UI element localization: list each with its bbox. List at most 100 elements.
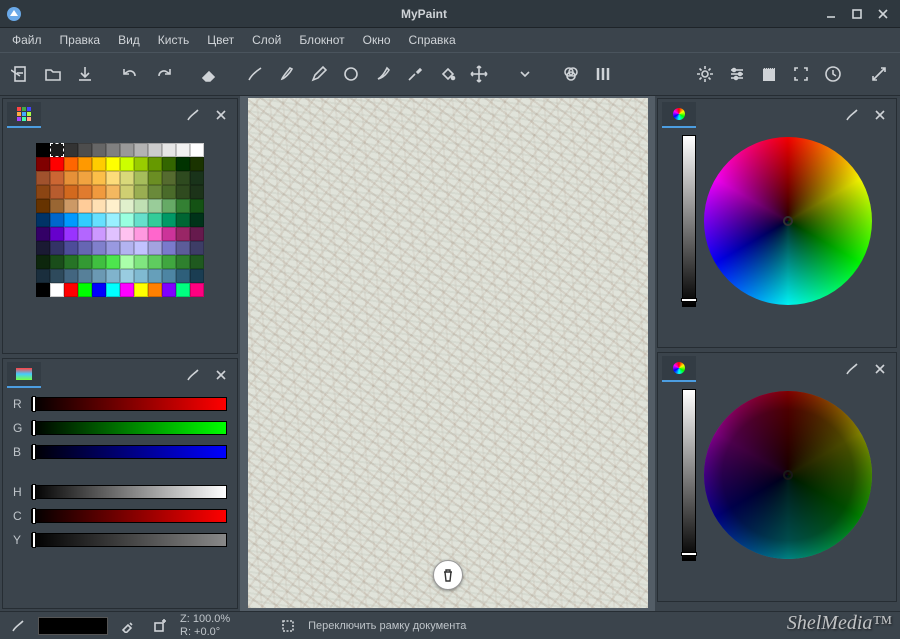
palette-tab[interactable] (7, 102, 41, 128)
channel-slider-c[interactable]: C (13, 509, 227, 523)
swatch[interactable] (50, 171, 64, 185)
swatch[interactable] (134, 199, 148, 213)
swatch[interactable] (162, 269, 176, 283)
pencil-icon[interactable] (304, 59, 334, 89)
swatch[interactable] (162, 283, 176, 297)
swatch[interactable] (92, 185, 106, 199)
dropdown-icon[interactable] (510, 59, 540, 89)
menu-слой[interactable]: Слой (244, 30, 289, 50)
swatch[interactable] (36, 269, 50, 283)
swatch[interactable] (78, 269, 92, 283)
panel-options-button[interactable] (181, 363, 205, 387)
swatch[interactable] (92, 241, 106, 255)
maximize-button[interactable] (846, 5, 868, 23)
swatch[interactable] (120, 283, 134, 297)
swatch[interactable] (120, 185, 134, 199)
swatch[interactable] (106, 227, 120, 241)
swatch[interactable] (92, 283, 106, 297)
swatch[interactable] (92, 269, 106, 283)
swatch[interactable] (92, 213, 106, 227)
swatch[interactable] (120, 255, 134, 269)
channel-slider-h[interactable]: H (13, 485, 227, 499)
swatch[interactable] (148, 143, 162, 157)
swatch[interactable] (190, 157, 204, 171)
swatch[interactable] (64, 241, 78, 255)
document-canvas[interactable] (248, 98, 648, 608)
undo-icon[interactable] (116, 59, 146, 89)
swatch[interactable] (64, 185, 78, 199)
color-wheel[interactable] (704, 391, 872, 559)
swatch[interactable] (190, 213, 204, 227)
swatch[interactable] (148, 241, 162, 255)
swatch[interactable] (36, 241, 50, 255)
add-layer-icon[interactable] (148, 615, 172, 637)
menu-кисть[interactable]: Кисть (150, 30, 197, 50)
swatch[interactable] (176, 255, 190, 269)
swatch[interactable] (92, 157, 106, 171)
swatch[interactable] (176, 185, 190, 199)
swatch[interactable] (162, 185, 176, 199)
swatch[interactable] (190, 185, 204, 199)
swatch[interactable] (50, 241, 64, 255)
swatch[interactable] (190, 255, 204, 269)
swatch[interactable] (162, 241, 176, 255)
swatch[interactable] (106, 283, 120, 297)
swatch[interactable] (36, 227, 50, 241)
panel-close-button[interactable] (209, 363, 233, 387)
swatch[interactable] (176, 199, 190, 213)
swatch[interactable] (120, 227, 134, 241)
swatch[interactable] (148, 199, 162, 213)
swatch[interactable] (50, 255, 64, 269)
swatch[interactable] (120, 171, 134, 185)
swatch[interactable] (120, 199, 134, 213)
clear-canvas-button[interactable] (433, 560, 463, 590)
swatch[interactable] (176, 213, 190, 227)
brush-settings-icon[interactable] (116, 615, 140, 637)
swatch[interactable] (134, 171, 148, 185)
swatch[interactable] (106, 185, 120, 199)
swatch[interactable] (190, 143, 204, 157)
swatch[interactable] (176, 227, 190, 241)
swatch[interactable] (176, 171, 190, 185)
fullscreen-icon[interactable] (786, 59, 816, 89)
swatch[interactable] (78, 171, 92, 185)
swatch[interactable] (50, 143, 64, 157)
swatch[interactable] (64, 283, 78, 297)
bucket-icon[interactable] (432, 59, 462, 89)
save-file-icon[interactable] (70, 59, 100, 89)
color-swatches[interactable] (36, 143, 204, 297)
swatch[interactable] (120, 157, 134, 171)
swatch[interactable] (36, 157, 50, 171)
swatch[interactable] (176, 269, 190, 283)
swatch[interactable] (78, 157, 92, 171)
circle-icon[interactable] (336, 59, 366, 89)
panel-options-button[interactable] (840, 357, 864, 381)
channel-slider-b[interactable]: B (13, 445, 227, 459)
swatch[interactable] (148, 213, 162, 227)
swatch[interactable] (92, 199, 106, 213)
channel-slider-r[interactable]: R (13, 397, 227, 411)
swatch[interactable] (176, 157, 190, 171)
swatch[interactable] (148, 171, 162, 185)
panel-options-button[interactable] (181, 103, 205, 127)
swatch[interactable] (106, 241, 120, 255)
swatch[interactable] (50, 157, 64, 171)
open-file-icon[interactable] (38, 59, 68, 89)
current-color-preview[interactable] (38, 617, 108, 635)
brush-tool-icon[interactable] (6, 615, 30, 637)
swatch[interactable] (162, 171, 176, 185)
settings-lines-icon[interactable] (722, 59, 752, 89)
clock-icon[interactable] (818, 59, 848, 89)
swatch[interactable] (36, 283, 50, 297)
swatch[interactable] (106, 269, 120, 283)
swatch[interactable] (92, 227, 106, 241)
swatch[interactable] (92, 143, 106, 157)
swatch[interactable] (36, 213, 50, 227)
swatch[interactable] (134, 227, 148, 241)
ink-icon[interactable] (368, 59, 398, 89)
swatch[interactable] (106, 213, 120, 227)
swatch[interactable] (78, 185, 92, 199)
menu-цвет[interactable]: Цвет (199, 30, 242, 50)
swatch[interactable] (148, 283, 162, 297)
swatch[interactable] (134, 157, 148, 171)
